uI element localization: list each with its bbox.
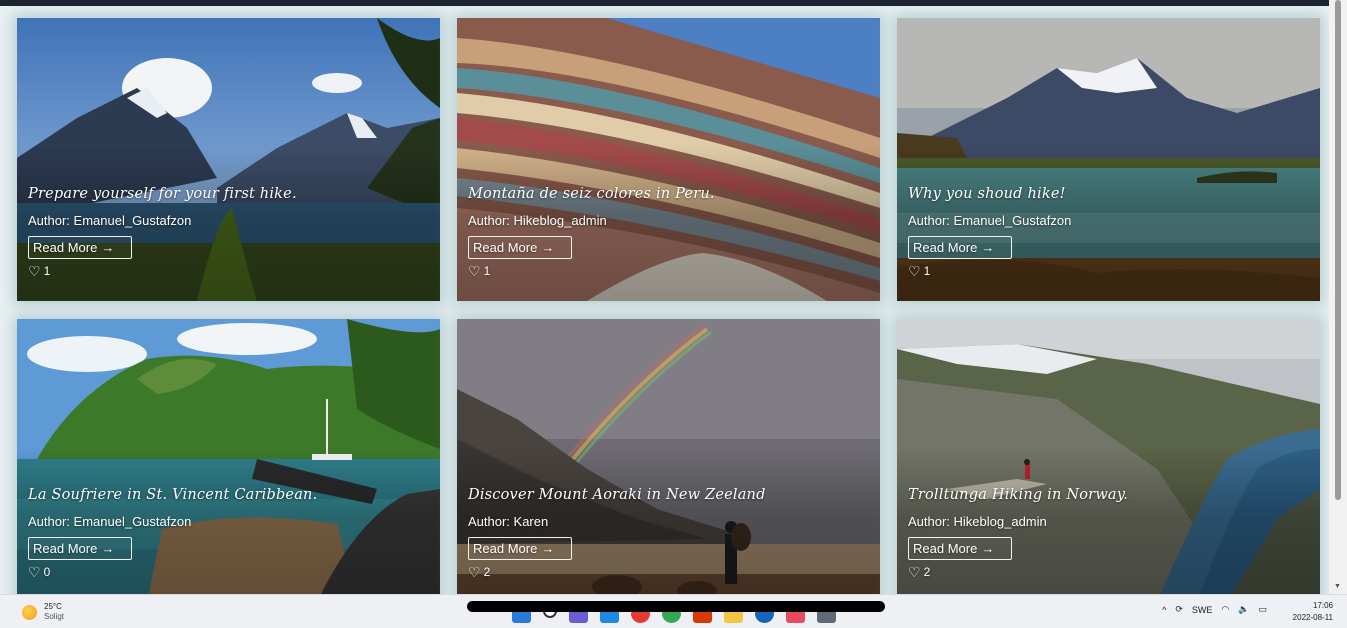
like-count: 2 <box>923 565 931 579</box>
clock-date: 2022-08-11 <box>1292 613 1333 622</box>
read-more-button[interactable]: Read More → <box>908 537 1012 560</box>
read-more-button[interactable]: Read More → <box>28 236 132 259</box>
read-more-button[interactable]: Read More → <box>468 537 572 560</box>
scrollbar-thumb[interactable] <box>1335 0 1341 500</box>
heart-icon[interactable]: ♡ <box>908 565 921 579</box>
blog-post-grid: Prepare yourself for your first hike. Au… <box>0 6 1329 594</box>
like-counter[interactable]: ♡ 2 <box>908 565 930 579</box>
read-more-label: Read More <box>473 541 538 556</box>
post-author: Author: Hikeblog_admin <box>468 213 607 228</box>
heart-icon[interactable]: ♡ <box>28 565 41 579</box>
like-counter[interactable]: ♡ 1 <box>468 264 490 278</box>
post-title[interactable]: Montaña de seiz colores in Peru. <box>468 186 715 202</box>
read-more-button[interactable]: Read More → <box>468 236 572 259</box>
heart-icon[interactable]: ♡ <box>468 565 481 579</box>
arrow-right-icon: → <box>101 240 115 255</box>
like-counter[interactable]: ♡ 1 <box>908 264 930 278</box>
read-more-button[interactable]: Read More → <box>908 236 1012 259</box>
like-count: 1 <box>483 264 491 278</box>
post-title[interactable]: La Soufriere in St. Vincent Caribbean. <box>28 487 317 503</box>
arrow-right-icon: → <box>981 541 995 556</box>
read-more-label: Read More <box>473 240 538 255</box>
post-card[interactable]: Trolltunga Hiking in Norway. Author: Hik… <box>897 319 1320 594</box>
chevron-up-icon[interactable]: ^ <box>1162 605 1166 615</box>
post-card[interactable]: Why you shoud hike! Author: Emanuel_Gust… <box>897 18 1320 301</box>
like-counter[interactable]: ♡ 2 <box>468 565 490 579</box>
like-counter[interactable]: ♡ 0 <box>28 565 50 579</box>
post-title[interactable]: Discover Mount Aoraki in New Zeeland <box>468 487 766 503</box>
heart-icon[interactable]: ♡ <box>468 264 481 278</box>
read-more-label: Read More <box>33 240 98 255</box>
post-author: Author: Karen <box>468 514 549 529</box>
sync-icon[interactable]: ⟳ <box>1175 604 1183 615</box>
like-count: 0 <box>43 565 51 579</box>
post-author: Author: Emanuel_Gustafzon <box>28 213 192 228</box>
sun-icon <box>22 604 37 620</box>
clock[interactable]: 17:06 2022-08-11 <box>1293 600 1333 624</box>
clock-time: 17:06 <box>1312 601 1333 610</box>
post-author: Author: Emanuel_Gustafzon <box>28 514 192 529</box>
post-title[interactable]: Prepare yourself for your first hike. <box>28 186 297 202</box>
weather-condition: Soligt <box>44 612 65 621</box>
post-card[interactable]: Montaña de seiz colores in Peru. Author:… <box>457 18 880 301</box>
arrow-right-icon: → <box>981 240 995 255</box>
post-title[interactable]: Trolltunga Hiking in Norway. <box>908 487 1128 503</box>
arrow-right-icon: → <box>541 541 555 556</box>
like-count: 1 <box>923 264 931 278</box>
scroll-down-arrow-icon[interactable]: ▼ <box>1334 583 1341 590</box>
recording-overlay-bar <box>467 601 885 612</box>
volume-icon[interactable]: 🔈 <box>1238 604 1249 615</box>
post-author: Author: Emanuel_Gustafzon <box>908 213 1072 228</box>
read-more-label: Read More <box>33 541 98 556</box>
heart-icon[interactable]: ♡ <box>28 264 41 278</box>
weather-temperature: 25°C <box>44 602 62 611</box>
arrow-right-icon: → <box>541 240 555 255</box>
read-more-label: Read More <box>913 541 978 556</box>
like-count: 2 <box>483 565 491 579</box>
language-indicator[interactable]: SWE <box>1192 605 1213 615</box>
heart-icon[interactable]: ♡ <box>908 264 921 278</box>
system-tray: ^ ⟳ SWE ◠ 🔈 ▭ <box>1162 604 1267 615</box>
vertical-scrollbar[interactable]: ▼ <box>1329 0 1347 594</box>
wifi-icon[interactable]: ◠ <box>1221 604 1229 615</box>
read-more-label: Read More <box>913 240 978 255</box>
read-more-button[interactable]: Read More → <box>28 537 132 560</box>
like-count: 1 <box>43 264 51 278</box>
like-counter[interactable]: ♡ 1 <box>28 264 50 278</box>
post-card[interactable]: Prepare yourself for your first hike. Au… <box>17 18 440 301</box>
post-card[interactable]: Discover Mount Aoraki in New Zeeland Aut… <box>457 319 880 594</box>
post-title[interactable]: Why you shoud hike! <box>908 186 1066 202</box>
weather-widget[interactable]: 25°C Soligt <box>22 602 64 622</box>
battery-icon[interactable]: ▭ <box>1258 604 1267 615</box>
post-card[interactable]: La Soufriere in St. Vincent Caribbean. A… <box>17 319 440 594</box>
post-author: Author: Hikeblog_admin <box>908 514 1047 529</box>
arrow-right-icon: → <box>101 541 115 556</box>
